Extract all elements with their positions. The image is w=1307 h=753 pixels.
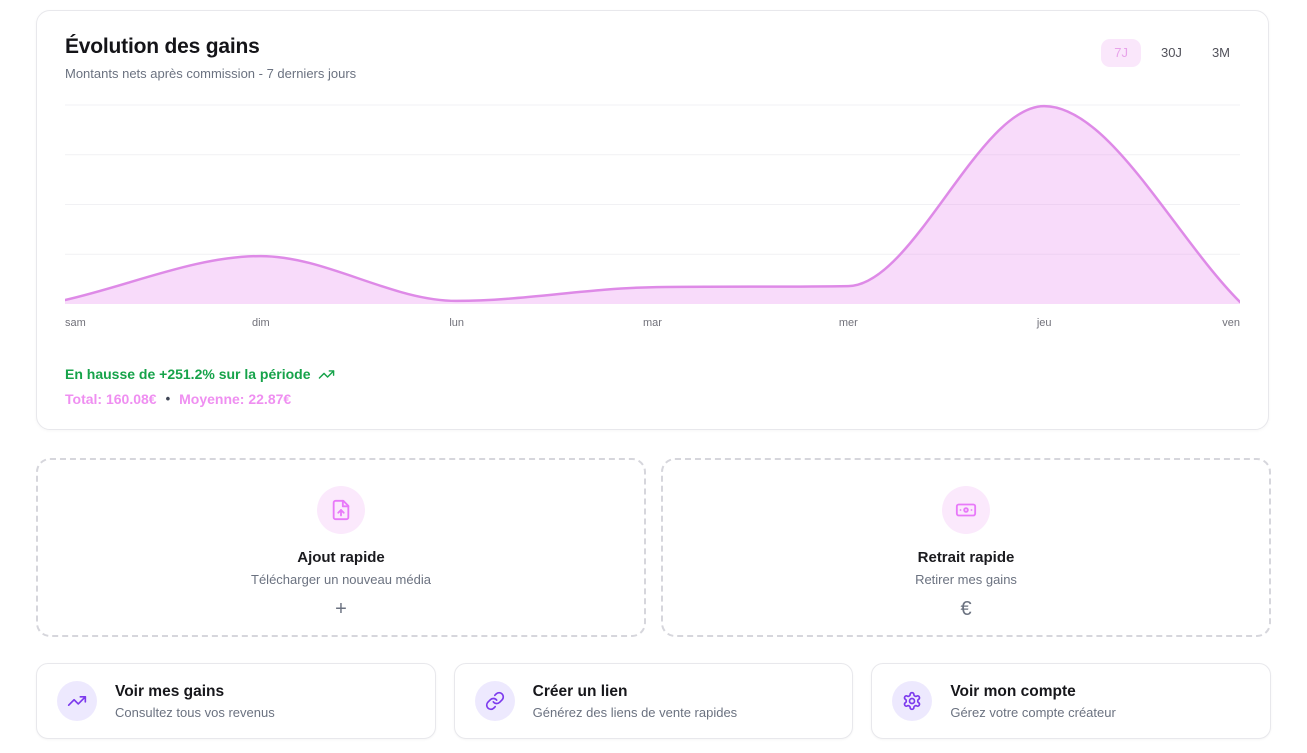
earnings-area-chart[interactable]: sam dim lun mar mer jeu ven [65,99,1240,335]
gear-icon [902,691,922,711]
trend-summary: En hausse de +251.2% sur la période [65,365,1240,383]
create-link-card[interactable]: Créer un lien Générez des liens de vente… [454,663,854,739]
x-axis-label: mar [643,317,662,329]
stats-summary: Total: 160.08€ • Moyenne: 22.87€ [65,390,1240,408]
link-icon-circle [475,681,515,721]
range-button-30j[interactable]: 30J [1151,39,1192,67]
view-account-card[interactable]: Voir mon compte Gérez votre compte créat… [871,663,1271,739]
create-link-text: Créer un lien Générez des liens de vente… [533,682,738,721]
range-selector: 7J 30J 3M [1101,39,1240,67]
x-axis-label: lun [449,317,464,329]
view-account-text: Voir mon compte Gérez votre compte créat… [950,682,1115,721]
view-account-subtitle: Gérez votre compte créateur [950,705,1115,721]
quick-withdraw-title: Retrait rapide [918,549,1015,567]
x-axis-label: sam [65,317,86,329]
upload-icon-circle [317,486,365,534]
quick-add-title: Ajout rapide [297,549,385,567]
euro-symbol: € [960,598,971,620]
quick-add-card[interactable]: Ajout rapide Télécharger un nouveau médi… [36,458,646,637]
range-button-3m[interactable]: 3M [1202,39,1240,67]
banknote-icon-circle [942,486,990,534]
trending-up-icon [67,691,87,711]
chart-title: Évolution des gains [65,33,356,61]
average-value: Moyenne: 22.87€ [179,390,291,408]
trending-up-icon [318,366,335,383]
x-axis-label: mer [839,317,858,329]
x-axis-label: jeu [1037,317,1052,329]
quick-actions-row: Ajout rapide Télécharger un nouveau médi… [36,458,1271,637]
plus-symbol: + [335,598,347,620]
view-earnings-subtitle: Consultez tous vos revenus [115,705,275,721]
quick-add-subtitle: Télécharger un nouveau média [251,572,431,588]
chart-subtitle: Montants nets après commission - 7 derni… [65,65,356,83]
banknote-icon [955,499,977,521]
chart-card-header: Évolution des gains Montants nets après … [65,33,1240,83]
view-account-title: Voir mon compte [950,682,1115,702]
x-axis-labels: sam dim lun mar mer jeu ven [65,309,1240,335]
x-axis-label: dim [252,317,270,329]
view-earnings-card[interactable]: Voir mes gains Consultez tous vos revenu… [36,663,436,739]
view-earnings-title: Voir mes gains [115,682,275,702]
x-axis-label: ven [1222,317,1240,329]
total-value: Total: 160.08€ [65,390,157,408]
shortcuts-row: Voir mes gains Consultez tous vos revenu… [36,663,1271,739]
quick-withdraw-subtitle: Retirer mes gains [915,572,1017,588]
range-button-7j[interactable]: 7J [1101,39,1141,67]
area-chart-svg [65,99,1240,309]
creator-dashboard-page: Évolution des gains Montants nets après … [0,0,1307,753]
stats-separator: • [166,390,171,408]
view-earnings-text: Voir mes gains Consultez tous vos revenu… [115,682,275,721]
gear-icon-circle [892,681,932,721]
create-link-subtitle: Générez des liens de vente rapides [533,705,738,721]
quick-withdraw-card[interactable]: Retrait rapide Retirer mes gains € [661,458,1271,637]
trend-text: En hausse de +251.2% sur la période [65,365,311,383]
earnings-icon-circle [57,681,97,721]
link-icon [485,691,505,711]
file-upload-icon [330,499,352,521]
create-link-title: Créer un lien [533,682,738,702]
earnings-chart-card: Évolution des gains Montants nets après … [36,10,1269,430]
chart-card-titles: Évolution des gains Montants nets après … [65,33,356,83]
